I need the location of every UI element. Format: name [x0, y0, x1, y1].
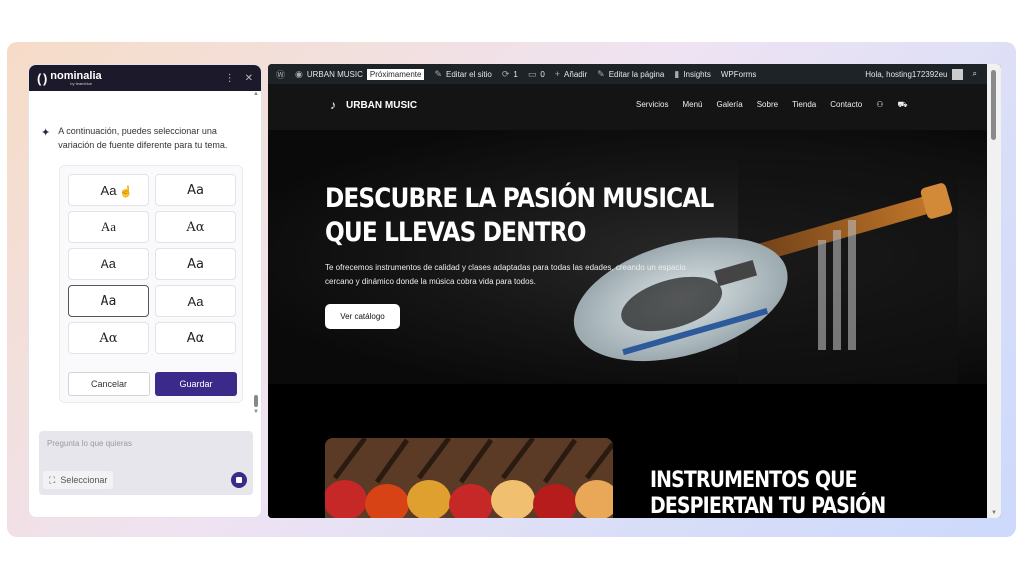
brush-icon: ✎ [434, 68, 443, 79]
catalog-button[interactable]: Ver catálogo [325, 304, 400, 329]
hero-section: DESCUBRE LA PASIÓN MUSICAL QUE LLEVAS DE… [268, 130, 987, 384]
add-new-link[interactable]: + Añadir [555, 69, 587, 79]
refresh-icon: ⟳ [501, 68, 510, 79]
user-icon[interactable]: ⚇ [876, 100, 883, 110]
font-option[interactable]: Aa [68, 211, 149, 243]
site-preview: Ⓦ ◉ URBAN MUSIC Próximamente ✎ Editar el si… [268, 64, 1001, 518]
dashboard-icon: ◉ [295, 68, 303, 79]
logo-mark-icon: ( ) [37, 70, 47, 86]
scroll-thumb[interactable] [991, 70, 996, 140]
account-link[interactable]: Hola, hosting172392eu [865, 68, 963, 80]
select-area-icon: ⛶ [49, 474, 56, 485]
font-option[interactable]: Aa [68, 248, 149, 280]
guitar-image [573, 160, 958, 384]
insights-link[interactable]: ▮ Insights [674, 69, 711, 80]
font-option[interactable]: Aa [155, 174, 236, 206]
font-option[interactable]: Aa [155, 285, 236, 317]
menu-item-tienda[interactable]: Tienda [792, 100, 816, 110]
cart-icon[interactable]: ⛟ [897, 100, 907, 110]
panel-body: ✦ A continuación, puedes seleccionar una… [29, 91, 261, 517]
font-option[interactable]: Aa ☝ [68, 174, 149, 206]
menu-item-servicios[interactable]: Servicios [636, 100, 668, 110]
site-brand-name: URBAN MUSIC [346, 99, 418, 111]
wpforms-link[interactable]: WPForms [721, 70, 757, 79]
updates-link[interactable]: ⟳ 1 [502, 69, 518, 80]
instruments-section: INSTRUMENTOS QUE DESPIERTAN TU PASIÓN [268, 384, 987, 518]
menu-item-contacto[interactable]: Contacto [830, 100, 862, 110]
chat-box: ⛶ Seleccionar [39, 431, 253, 495]
site-brand[interactable]: ♪ URBAN MUSIC [330, 98, 417, 112]
bar-chart-icon: ▮ [674, 68, 680, 79]
menu-item-galeria[interactable]: Galería [716, 100, 742, 110]
guitars-image [325, 438, 613, 518]
site-header: ♪ URBAN MUSIC Servicios Menú Galería Sob… [268, 84, 987, 130]
cancel-button[interactable]: Cancelar [68, 372, 150, 396]
font-option[interactable]: Aα [155, 211, 236, 243]
hero-title: DESCUBRE LA PASIÓN MUSICAL QUE LLEVAS DE… [325, 183, 714, 248]
sparkle-icon: ✦ [41, 127, 51, 139]
wp-admin-bar: Ⓦ ◉ URBAN MUSIC Próximamente ✎ Editar el si… [268, 64, 987, 84]
brand-name: nominalia [50, 69, 102, 82]
pencil-icon: ✎ [597, 68, 605, 79]
panel-header: ( ) nominalia by teamblue ⋮ ✕ [29, 65, 261, 91]
site-menu: Servicios Menú Galería Sobre Tienda Cont… [636, 100, 908, 110]
brand-subtitle: by teamblue [70, 80, 93, 86]
comment-icon: ▭ [527, 68, 537, 79]
font-option-selected[interactable]: Aa [68, 285, 149, 317]
select-label: Seleccionar [60, 475, 108, 485]
font-options-grid: Aa ☝ Aa Aa Aα Aa Aa Aa Aa Aα Aα [68, 174, 236, 354]
website: ♪ URBAN MUSIC Servicios Menú Galería Sob… [268, 84, 987, 518]
wordpress-icon[interactable]: Ⓦ [276, 68, 285, 81]
edit-site-link[interactable]: ✎ Editar el sitio [434, 69, 491, 80]
panel-scrollbar[interactable] [254, 95, 259, 411]
chat-input[interactable] [47, 439, 237, 448]
plus-icon: + [554, 69, 561, 79]
font-option[interactable]: Aa [155, 248, 236, 280]
font-option[interactable]: Aα [68, 322, 149, 354]
brand-logo: ( ) nominalia by teamblue [37, 69, 102, 86]
select-element-button[interactable]: ⛶ Seleccionar [43, 471, 114, 489]
more-vertical-icon[interactable]: ⋮ [225, 73, 235, 84]
menu-item-menu[interactable]: Menú [682, 100, 702, 110]
avatar [951, 68, 963, 80]
font-hint: ✦ A continuación, puedes seleccionar una… [41, 125, 241, 153]
instruments-title: INSTRUMENTOS QUE DESPIERTAN TU PASIÓN [650, 468, 886, 518]
stop-button[interactable] [231, 472, 247, 488]
scroll-down-arrow-icon[interactable]: ▼ [991, 510, 997, 516]
scroll-down-arrow-icon[interactable]: ▼ [253, 409, 259, 415]
hero-description: Te ofrecemos instrumentos de calidad y c… [325, 263, 686, 286]
browser-scrollbar[interactable]: ▼ [987, 64, 1001, 518]
save-button[interactable]: Guardar [155, 372, 237, 396]
coming-soon-badge: Próximamente [366, 68, 425, 80]
font-option[interactable]: Aα [155, 322, 236, 354]
stop-icon [236, 477, 242, 483]
assistant-panel: ( ) nominalia by teamblue ⋮ ✕ ✦ A contin… [28, 64, 262, 518]
comments-link[interactable]: ▭ 0 [528, 69, 545, 80]
edit-page-link[interactable]: ✎ Editar la página [597, 69, 664, 80]
search-icon[interactable]: ⌕ [973, 69, 977, 79]
cursor-hand-icon: ☝ [119, 186, 133, 198]
guitar-logo-icon: ♪ [330, 98, 336, 112]
hint-text: A continuación, puedes seleccionar una v… [58, 126, 228, 150]
site-name-link[interactable]: ◉ URBAN MUSIC Próximamente [295, 68, 425, 80]
close-icon[interactable]: ✕ [245, 73, 253, 84]
menu-item-sobre[interactable]: Sobre [757, 100, 778, 110]
font-selector: Aa ☝ Aa Aa Aα Aa Aa Aa Aa Aα Aα Cancelar … [59, 165, 243, 403]
